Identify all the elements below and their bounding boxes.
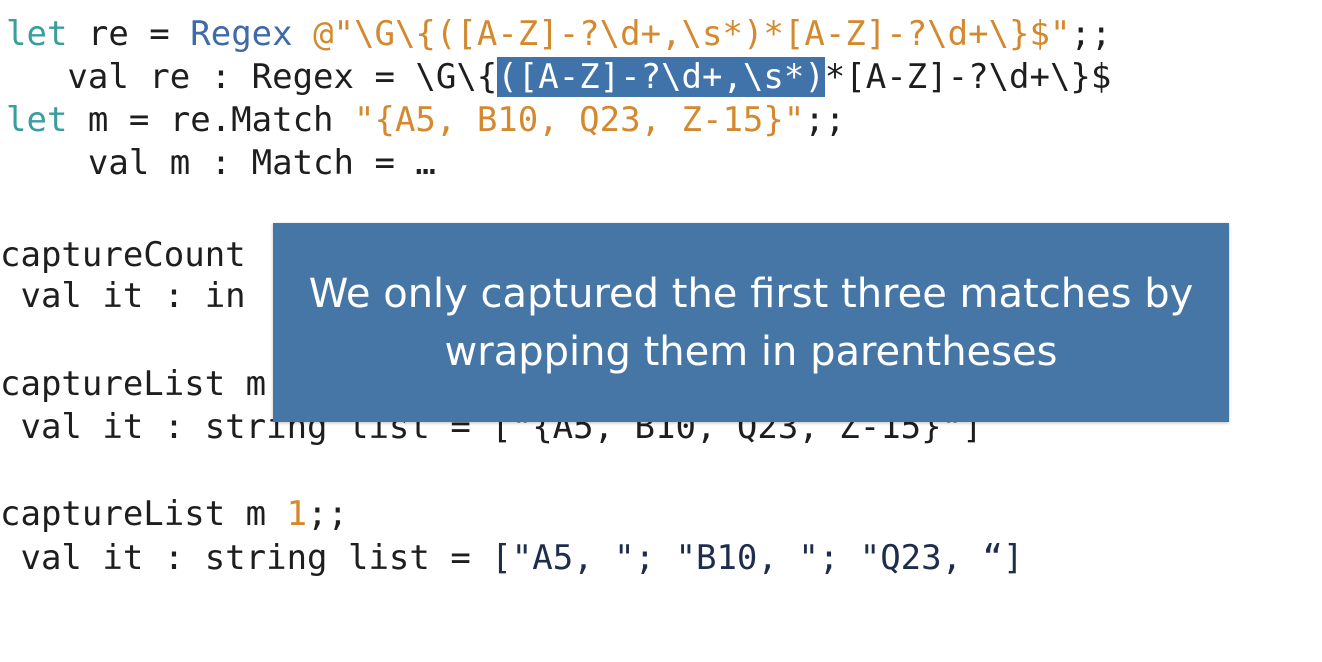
keyword-let: let [6, 100, 68, 140]
code-line-3: let m = re.Match "{A5, B10, Q23, Z-15}";… [6, 100, 845, 140]
output-text: val it : in [0, 276, 246, 316]
terminator: ;; [1070, 14, 1112, 54]
binding-name: re = [67, 14, 191, 54]
code-line-9: captureList m 1;; [0, 494, 348, 534]
keyword-let: let [6, 14, 68, 54]
highlighted-capture-group: ([A-Z]-?\d+,\s*) [497, 57, 825, 97]
code-line-2: val re : Regex = \G\{([A-Z]-?\d+,\s*)*[A… [6, 57, 1111, 97]
code-line-6: val it : in [0, 276, 246, 316]
input-string: "{A5, B10, Q23, Z-15}" [354, 100, 805, 140]
callout-box: We only captured the first three matches… [273, 223, 1229, 422]
code-line-10: val it : string list = ["A5, "; "B10, ";… [0, 538, 1024, 578]
type-name: Regex [190, 14, 293, 54]
binding-name: m = re.Match [67, 100, 354, 140]
code-line-7: captureList m [0, 364, 266, 404]
callout-text: We only captured the first three matches… [308, 270, 1194, 375]
output-suffix: *[A-Z]-?\d+\}$ [824, 57, 1112, 97]
regex-string: @"\G\{([A-Z]-?\d+,\s*)*[A-Z]-?\d+\}$" [292, 14, 1071, 54]
command-text: captureCount [0, 235, 246, 275]
code-line-4: val m : Match = … [6, 143, 436, 183]
terminator: ;; [804, 100, 846, 140]
output-value: ["A5, "; "B10, "; "Q23, “] [491, 538, 1024, 578]
output-text: val m : Match = … [6, 143, 436, 183]
output-prefix: val re : Regex = \G\{ [6, 57, 498, 97]
output-prefix: val it : string list = [0, 538, 492, 578]
command-text: captureList m [0, 364, 267, 404]
code-line-1: let re = Regex @"\G\{([A-Z]-?\d+,\s*)*[A… [6, 14, 1111, 54]
code-line-5: captureCount [0, 235, 246, 275]
command-text: captureList m [0, 494, 287, 534]
terminator: ;; [307, 494, 349, 534]
group-index-number: 1 [286, 494, 308, 534]
